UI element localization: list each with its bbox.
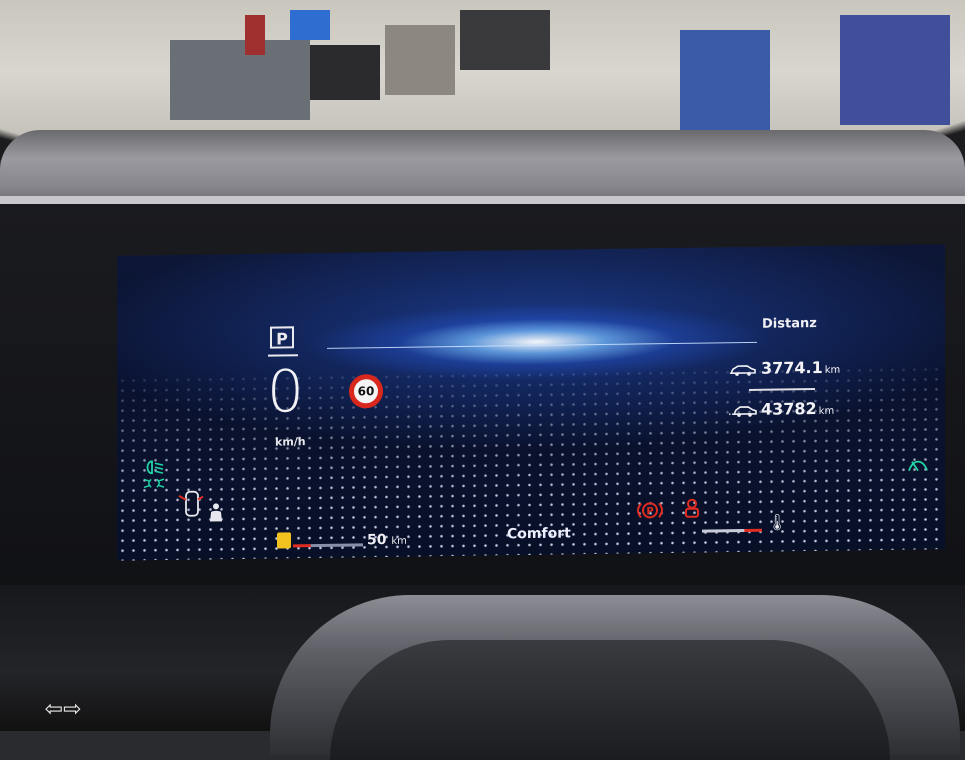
hazard-icon[interactable]: ⇦⇨ — [18, 690, 108, 730]
seatbelt-icon — [207, 502, 225, 526]
odometer-unit: km — [819, 406, 835, 417]
horizon-line — [327, 342, 757, 349]
trip-distance: 3774.1km — [729, 358, 840, 379]
range-readout: 50 km — [367, 532, 407, 549]
range-value: 50 — [367, 532, 386, 548]
instrument-cluster: P 0 km/h 60 Distanz 3774.1km 43782km P — [117, 244, 945, 561]
parking-light-icon — [143, 477, 165, 493]
svg-text:P: P — [646, 506, 653, 517]
odometer: 43782km — [729, 399, 834, 419]
door-open-icon — [177, 488, 205, 524]
steering-wheel-hub — [330, 640, 890, 760]
speed-readout: 0 — [267, 361, 304, 422]
car-icon — [729, 363, 757, 375]
washer-fluid-icon — [907, 456, 929, 476]
coolant-temp-icon: 🌡 — [767, 512, 787, 531]
distance-title: Distanz — [762, 316, 817, 332]
brake-warning-icon — [682, 498, 702, 524]
speed-unit: km/h — [275, 435, 306, 448]
odometer-value: 43782 — [761, 399, 817, 419]
car-odometer-icon — [729, 404, 757, 416]
fuel-pump-icon — [277, 532, 291, 548]
trip-value: 3774.1 — [761, 358, 823, 378]
gear-indicator: P — [270, 326, 294, 348]
drive-mode: Comfort — [507, 525, 571, 542]
range-unit: km — [391, 536, 407, 547]
low-beam-icon — [143, 460, 165, 478]
parking-brake-icon: P — [637, 500, 663, 524]
dashboard-trim — [0, 196, 965, 204]
trip-unit: km — [825, 365, 841, 376]
